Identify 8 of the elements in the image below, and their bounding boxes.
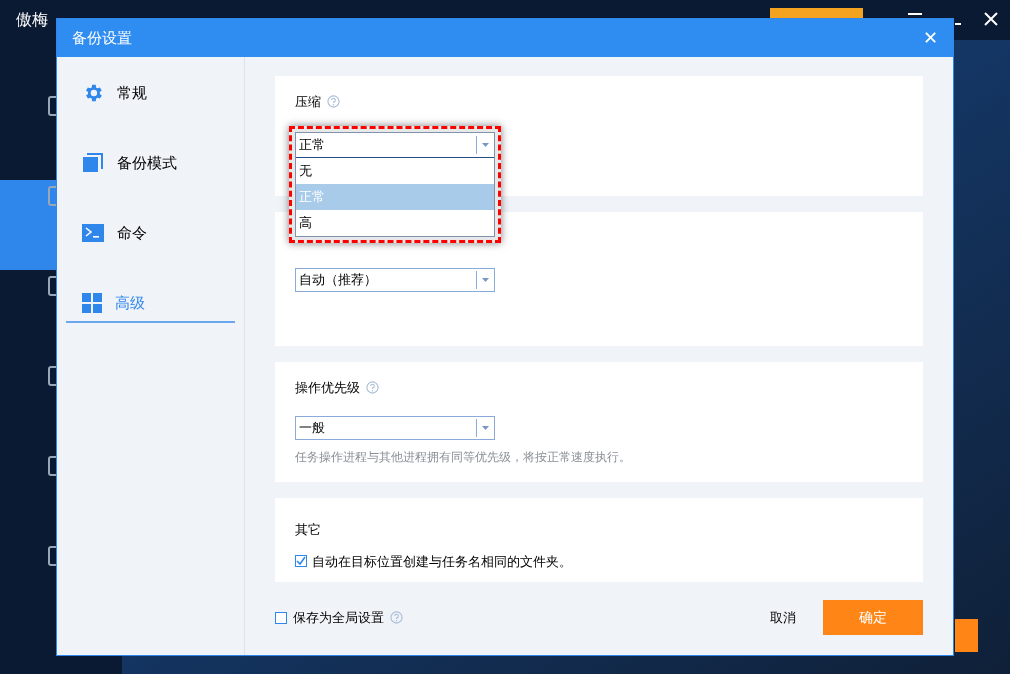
checkbox-label: 保存为全局设置: [293, 608, 384, 627]
dialog-title: 备份设置: [72, 27, 132, 48]
section-title: 其它: [295, 521, 321, 539]
section-note: 任务操作进程与其他进程拥有同等优先级，将按正常速度执行。: [295, 448, 632, 466]
checkbox-label: 自动在目标位置创建与任务名相同的文件夹。: [312, 552, 572, 571]
section-title: 压缩: [295, 93, 321, 111]
app-title: 傲梅: [16, 10, 48, 30]
section-title: 操作优先级: [295, 379, 360, 397]
